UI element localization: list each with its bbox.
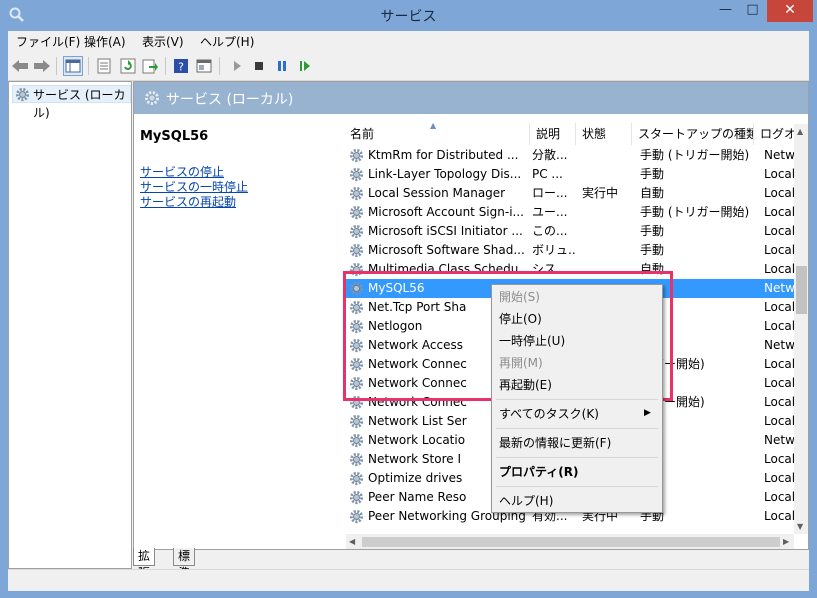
service-description-cell: 分散... (532, 148, 568, 162)
context-menu-pause[interactable]: 一時停止(U) (499, 331, 565, 351)
service-name-cell: Link-Layer Topology Dis... (368, 167, 522, 181)
service-description-cell: PC ... (532, 167, 563, 181)
minimize-button[interactable]: — (712, 0, 739, 22)
table-row[interactable]: Local Session Manager ロー... 実行中 自動 Local (344, 184, 795, 203)
view-icon[interactable] (194, 56, 214, 76)
pane-header: サービス (ローカル) (134, 82, 808, 114)
table-row[interactable]: Microsoft Software Shad... ボリュ... 手動 Local (344, 241, 795, 260)
context-menu-resume[interactable]: 再開(M) (499, 353, 543, 373)
service-startup-cell: 手動 (トリガー開始) (640, 205, 750, 219)
service-description-cell: ユー... (532, 205, 568, 219)
service-status-cell: 実行中 (582, 186, 619, 200)
vertical-scrollbar[interactable]: ▲ ▼ (794, 124, 808, 534)
help-icon[interactable]: ? (171, 56, 191, 76)
services-gear-icon (145, 91, 159, 105)
submenu-arrow-icon: ▶ (644, 408, 651, 418)
table-row[interactable]: Link-Layer Topology Dis... PC ... 手動 Local (344, 165, 795, 184)
tree-item-label: サービス (ローカル) (33, 88, 126, 120)
menu-view[interactable]: 表示(V) (142, 33, 184, 50)
menu-help[interactable]: ヘルプ(H) (200, 33, 254, 50)
service-name-cell: KtmRm for Distributed ... (368, 148, 519, 162)
service-startup-cell: 手動 (640, 167, 665, 181)
context-menu-all-tasks[interactable]: すべてのタスク(K) (499, 404, 599, 424)
menu-action[interactable]: 操作(A) (84, 33, 126, 50)
service-gear-icon (349, 509, 364, 530)
close-button[interactable]: ✕ (767, 0, 813, 22)
context-menu-separator (496, 428, 658, 429)
context-menu-separator (496, 399, 658, 400)
window-title: サービス (380, 9, 437, 25)
context-menu-properties[interactable]: プロパティ(R) (499, 462, 579, 482)
column-header-description[interactable]: 説明 (530, 123, 576, 145)
back-arrow-icon[interactable] (10, 56, 30, 76)
service-description-cell: この... (532, 224, 568, 238)
resume-icon[interactable] (295, 56, 315, 76)
tab-extended[interactable]: 拡張 (133, 548, 156, 580)
column-header-status[interactable]: 状態 (576, 123, 632, 145)
sort-ascending-icon: ▲ (430, 121, 437, 130)
forward-arrow-icon[interactable] (32, 56, 52, 76)
service-name-cell: Local Session Manager (368, 186, 506, 200)
horizontal-scroll-thumb[interactable] (362, 537, 780, 547)
context-menu-start[interactable]: 開始(S) (499, 287, 540, 307)
horizontal-scrollbar[interactable]: ◀ ▶ (346, 534, 794, 549)
service-description-panel: MySQL56 サービスの停止 サービスの一時停止 サービスの再起動 (134, 114, 346, 549)
context-menu-stop[interactable]: 停止(O) (499, 309, 542, 329)
service-description-cell: ボリュ... (532, 243, 576, 257)
service-name-cell: Microsoft Account Sign-i... (368, 205, 524, 219)
stop-icon[interactable] (249, 56, 269, 76)
service-startup-cell: 自動 (640, 186, 665, 200)
service-startup-cell: 手動 (トリガー開始) (640, 148, 750, 162)
title-bar: サービス — □ ✕ (0, 0, 817, 31)
refresh-icon[interactable] (118, 56, 138, 76)
maximize-button[interactable]: □ (739, 0, 766, 22)
table-row[interactable]: Microsoft iSCSI Initiator ... この... 手動 Loca… (344, 222, 795, 241)
console-tree: サービス (ローカル) (8, 81, 132, 569)
menu-file[interactable]: ファイル(F) (16, 33, 80, 50)
menu-bar: ファイル(F) 操作(A) 表示(V) ヘルプ(H) (8, 31, 809, 51)
svg-text:?: ? (178, 61, 184, 74)
services-window: サービス — □ ✕ ファイル(F) 操作(A) 表示(V) ヘルプ(H) ? … (0, 0, 817, 598)
properties-icon[interactable] (94, 56, 114, 76)
play-icon[interactable] (227, 56, 247, 76)
service-startup-cell: 手動 (640, 243, 665, 257)
restart-service-link[interactable]: サービスの再起動 (140, 193, 236, 210)
table-row[interactable]: Microsoft Account Sign-i... ユー... 手動 (トリガー… (344, 203, 795, 222)
column-header-name[interactable]: 名前 (344, 123, 530, 145)
selected-service-name: MySQL56 (140, 129, 209, 144)
service-name-cell: Microsoft Software Shad... (368, 243, 525, 257)
export-icon[interactable] (140, 56, 160, 76)
context-menu: 開始(S) 停止(O) 一時停止(U) 再開(M) 再起動(E) すべてのタスク… (491, 284, 663, 513)
services-gear-icon (15, 87, 30, 102)
context-menu-separator (496, 486, 658, 487)
table-row[interactable]: KtmRm for Distributed ... 分散... 手動 (トリガー開始… (344, 146, 804, 165)
pause-icon[interactable] (272, 56, 292, 76)
vertical-scroll-thumb[interactable] (796, 266, 807, 314)
service-name-cell: Microsoft iSCSI Initiator ... (368, 224, 523, 238)
status-bar (8, 569, 809, 591)
tab-standard[interactable]: 標準 (173, 548, 196, 580)
context-menu-help[interactable]: ヘルプ(H) (499, 491, 553, 511)
column-header-logon[interactable]: ログオン (754, 123, 794, 145)
service-startup-cell: 手動 (640, 224, 665, 238)
tree-item-services-local[interactable]: サービス (ローカル) (12, 85, 131, 120)
context-menu-separator (496, 457, 658, 458)
context-menu-restart[interactable]: 再起動(E) (499, 375, 552, 395)
toolbar: ? (8, 51, 809, 81)
context-menu-refresh[interactable]: 最新の情報に更新(F) (499, 433, 611, 453)
column-header-startup-type[interactable]: スタートアップの種類 (632, 123, 754, 145)
console-tree-icon[interactable] (63, 56, 83, 76)
pane-title: サービス (ローカル) (166, 92, 294, 108)
service-description-cell: ロー... (532, 186, 568, 200)
